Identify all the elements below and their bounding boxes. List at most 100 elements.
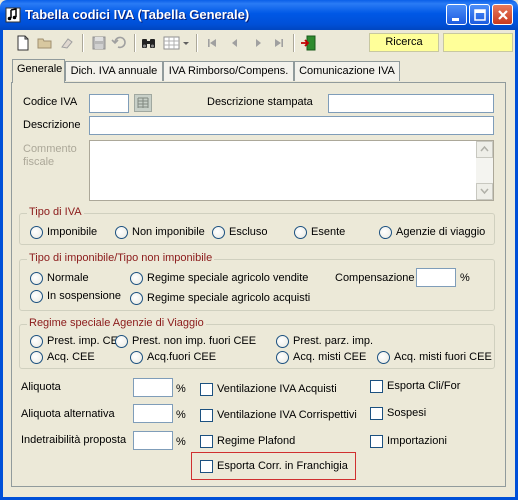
commento-scrollbar[interactable] [476,141,493,200]
esente-label: Esente [311,226,346,238]
esporta-franchigia-label: Esporta Corr. in Franchigia [217,460,348,472]
tipo-iva-title: Tipo di IVA [27,206,84,218]
ventilazione-corrispettivi-label: Ventilazione IVA Corrispettivi [217,409,357,421]
imponibile-label: Imponibile [47,226,98,238]
radio-acq-misti-cee[interactable] [276,351,289,364]
undo-icon [111,36,126,49]
aliquota-alternativa-percent: % [176,409,186,421]
radio-regime-agricolo-vendite[interactable] [130,272,143,285]
regime-agricolo-vendite-label: Regime speciale agricolo vendite [147,272,309,284]
tab-generale[interactable]: Generale [12,59,65,83]
eraser-icon [61,38,73,49]
compensazione-input[interactable] [416,268,456,287]
ricerca-field[interactable] [443,33,513,52]
minimize-icon [452,18,459,21]
radio-prest-non-imp-fuori-cee[interactable] [115,335,128,348]
lookup-button[interactable] [134,94,152,112]
radio-agenzie-di-viaggio[interactable] [379,226,392,239]
next-record-button[interactable] [248,33,268,53]
agenzie-di-viaggio-label: Agenzie di viaggio [396,226,486,238]
importazioni-label: Importazioni [387,435,447,447]
checkbox-ventilazione-acquisti[interactable] [200,383,213,396]
first-record-icon [208,39,216,47]
prest-non-imp-fuori-cee-label: Prest. non imp. fuori CEE [132,335,257,347]
commento-fiscale-label-1: Commento [23,143,77,155]
escluso-label: Escluso [229,226,268,238]
checkbox-importazioni[interactable] [370,435,383,448]
aliquota-percent: % [176,383,186,395]
radio-non-imponibile[interactable] [115,226,128,239]
checkbox-ventilazione-corrispettivi[interactable] [200,409,213,422]
regime-plafond-label: Regime Plafond [217,435,296,447]
binoculars-button[interactable] [139,33,159,53]
close-button[interactable] [492,4,513,25]
descrizione-input[interactable] [89,116,494,135]
new-document-button[interactable] [13,33,33,53]
radio-prest-imp-cee[interactable] [30,335,43,348]
in-sospensione-label: In sospensione [47,290,121,302]
eraser-button[interactable] [57,33,77,53]
radio-acq-misti-fuori-cee[interactable] [377,351,390,364]
scroll-arrows-icon [476,141,493,200]
grid-view-dropdown[interactable] [161,33,191,53]
acq-fuori-cee-label: Acq.fuori CEE [147,351,217,363]
title-bar[interactable]: Tabella codici IVA (Tabella Generale) [0,0,518,30]
radio-escluso[interactable] [212,226,225,239]
normale-label: Normale [47,272,89,284]
acq-misti-fuori-cee-label: Acq. misti fuori CEE [394,351,492,363]
previous-record-button[interactable] [225,33,245,53]
acq-cee-label: Acq. CEE [47,351,95,363]
maximize-button[interactable] [469,4,490,25]
radio-acq-fuori-cee[interactable] [130,351,143,364]
indetraibilita-label: Indetraibilità proposta [21,434,127,446]
tipo-imponibile-title: Tipo di imponibile/Tipo non imponibile [27,252,215,264]
last-record-button[interactable] [269,33,289,53]
save-icon [92,36,106,50]
descrizione-stampata-input[interactable] [328,94,494,113]
aliquota-alternativa-input[interactable] [133,404,173,423]
exit-button[interactable] [299,33,319,53]
radio-esente[interactable] [294,226,307,239]
codice-iva-input[interactable] [89,94,129,113]
sospesi-label: Sospesi [387,407,427,419]
regime-agenzie-title: Regime speciale Agenzie di Viaggio [27,317,206,329]
tab-comunicazione-iva[interactable]: Comunicazione IVA [294,61,400,81]
descrizione-label: Descrizione [23,119,81,131]
grid-table-icon [163,36,189,50]
ricerca-button[interactable]: Ricerca [369,33,439,52]
radio-normale[interactable] [30,272,43,285]
undo-button[interactable] [109,33,129,53]
aliquota-input[interactable] [133,378,173,397]
minimize-button[interactable] [446,4,467,25]
radio-regime-agricolo-acquisti[interactable] [130,292,143,305]
radio-acq-cee[interactable] [30,351,43,364]
last-record-icon [275,39,283,47]
compensazione-label: Compensazione [335,272,415,284]
app-icon[interactable] [5,7,21,23]
toolbar-separator [82,34,84,52]
toolbar-separator [196,34,198,52]
checkbox-sospesi[interactable] [370,407,383,420]
checkbox-esporta-franchigia[interactable] [200,460,213,473]
new-document-icon [17,35,29,51]
descrizione-stampata-label: Descrizione stampata [207,96,313,108]
open-folder-button[interactable] [35,33,55,53]
first-record-button[interactable] [202,33,222,53]
prest-parz-imp-label: Prest. parz. imp. [293,335,374,347]
tab-iva-rimborso-compens[interactable]: IVA Rimborso/Compens. [163,61,294,81]
compensazione-percent: % [460,272,470,284]
acq-misti-cee-label: Acq. misti CEE [293,351,367,363]
aliquota-alternativa-label: Aliquota alternativa [21,408,115,420]
tab-dich-iva-annuale[interactable]: Dich. IVA annuale [65,61,163,81]
indetraibilita-input[interactable] [133,431,173,450]
maximize-icon [474,9,486,21]
checkbox-esporta-cli-for[interactable] [370,380,383,393]
commento-fiscale-textarea[interactable] [89,140,494,201]
radio-prest-parz-imp[interactable] [276,335,289,348]
radio-imponibile[interactable] [30,226,43,239]
toolbar: Ricerca [3,30,515,56]
radio-in-sospensione[interactable] [30,290,43,303]
checkbox-regime-plafond[interactable] [200,435,213,448]
regime-agricolo-acquisti-label: Regime speciale agricolo acquisti [147,292,311,304]
save-button[interactable] [89,33,109,53]
